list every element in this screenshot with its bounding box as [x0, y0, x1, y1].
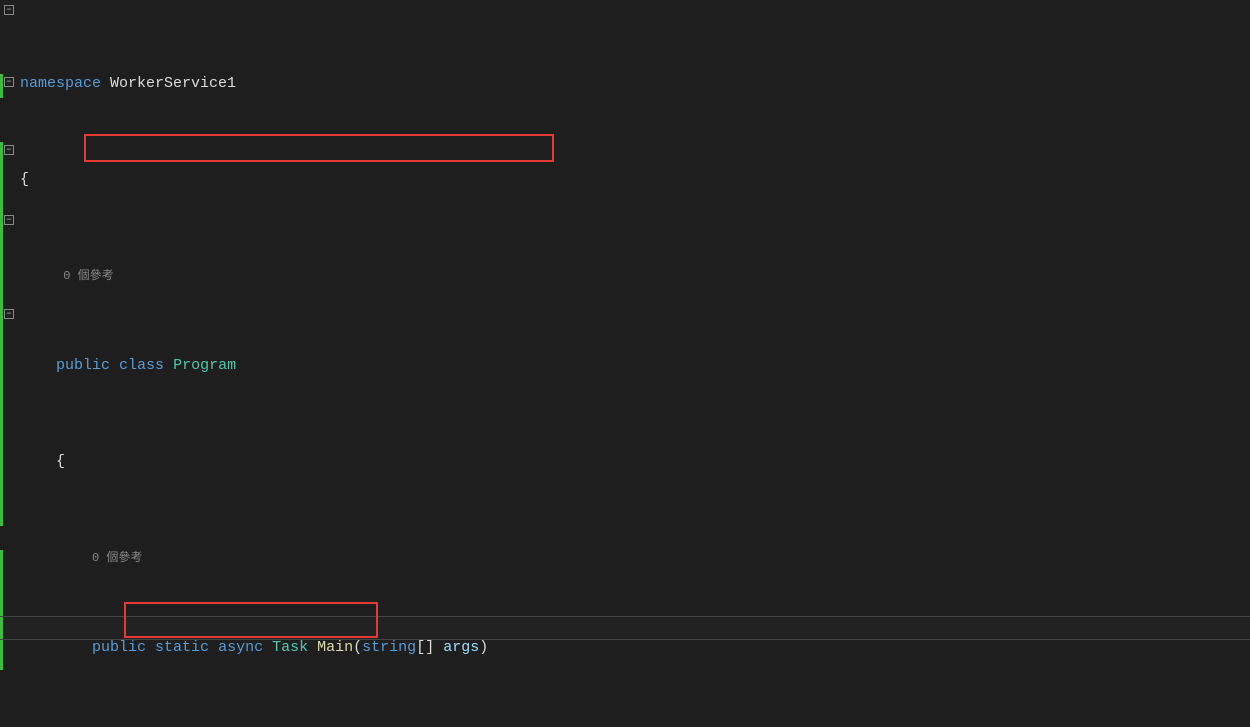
- code-line[interactable]: {: [20, 450, 1250, 474]
- fold-toggle[interactable]: −: [4, 215, 14, 225]
- code-editor[interactable]: − − − − − namespace WorkerService1 { 0 個…: [0, 0, 1250, 727]
- brace: {: [20, 171, 29, 188]
- brace: {: [56, 453, 65, 470]
- keyword-static: static: [155, 639, 209, 656]
- change-marker: [0, 310, 3, 502]
- keyword-public: public: [56, 357, 110, 374]
- type-task: Task: [272, 639, 308, 656]
- change-marker: [0, 74, 3, 98]
- code-area[interactable]: namespace WorkerService1 { 0 個參考 public …: [20, 0, 1250, 727]
- code-line[interactable]: public static async Task Main(string[] a…: [20, 636, 1250, 660]
- fold-toggle[interactable]: −: [4, 309, 14, 319]
- fold-toggle[interactable]: −: [4, 77, 14, 87]
- fold-toggle[interactable]: −: [4, 145, 14, 155]
- keyword-string: string: [362, 639, 416, 656]
- code-line[interactable]: {: [20, 168, 1250, 192]
- codelens-references[interactable]: 0 個參考: [20, 546, 1250, 564]
- param-args: args: [443, 639, 479, 656]
- fold-toggle[interactable]: −: [4, 5, 14, 15]
- namespace-name: WorkerService1: [110, 75, 236, 92]
- change-marker: [0, 142, 3, 310]
- keyword-async: async: [218, 639, 263, 656]
- keyword-public: public: [92, 639, 146, 656]
- codelens-references[interactable]: 0 個參考: [20, 264, 1250, 282]
- code-line[interactable]: namespace WorkerService1: [20, 72, 1250, 96]
- keyword-namespace: namespace: [20, 75, 101, 92]
- method-main: Main: [317, 639, 353, 656]
- change-marker: [0, 502, 3, 526]
- keyword-class: class: [119, 357, 164, 374]
- class-name: Program: [173, 357, 236, 374]
- change-marker: [0, 550, 3, 598]
- code-line[interactable]: public class Program: [20, 354, 1250, 378]
